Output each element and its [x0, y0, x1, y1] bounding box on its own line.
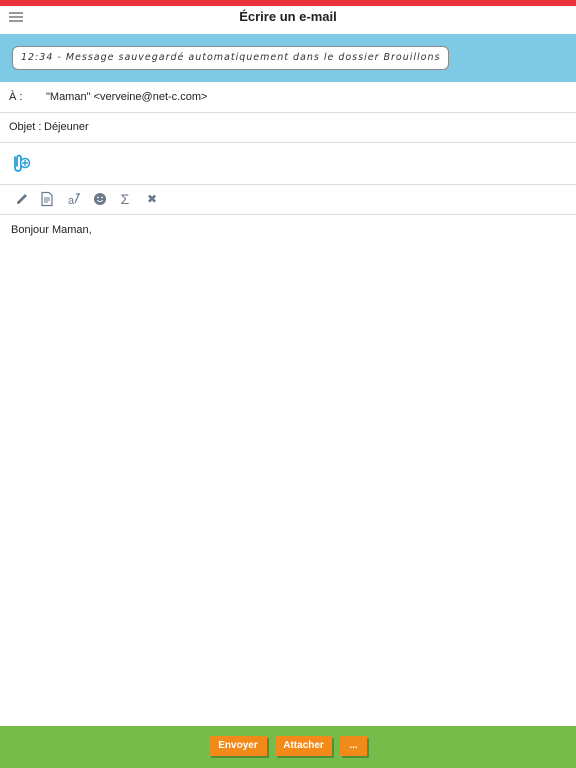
to-label: À :: [9, 91, 23, 103]
subject-label: Objet :: [9, 121, 42, 133]
send-button[interactable]: Envoyer: [209, 736, 267, 756]
message-body[interactable]: Bonjour Maman,: [11, 224, 561, 714]
action-bar: Envoyer Attacher ...: [0, 726, 576, 768]
attach-button[interactable]: Attacher: [275, 736, 332, 756]
sigma-icon[interactable]: Σ: [117, 191, 133, 207]
to-row: À : "Maman" <verveine@net-c.com>: [0, 82, 576, 113]
attachment-row: [0, 143, 576, 185]
autosave-banner: 12:34 - Message sauvegardé automatiqueme…: [0, 34, 576, 82]
app-header: Écrire un e-mail: [0, 6, 576, 34]
autosave-message: 12:34 - Message sauvegardé automatiqueme…: [12, 46, 450, 70]
menu-icon[interactable]: [9, 12, 23, 24]
smiley-icon[interactable]: [92, 191, 108, 207]
document-icon[interactable]: [39, 191, 55, 207]
paperclip-add-icon[interactable]: [9, 152, 31, 174]
pencil-icon[interactable]: [14, 191, 30, 207]
close-icon[interactable]: ✖: [144, 191, 160, 207]
page-title: Écrire un e-mail: [239, 9, 337, 24]
text-format-icon[interactable]: a: [66, 191, 82, 207]
to-field[interactable]: "Maman" <verveine@net-c.com>: [46, 82, 207, 112]
subject-row: Objet : Déjeuner: [0, 113, 576, 143]
subject-field[interactable]: Déjeuner: [44, 113, 89, 142]
svg-text:a: a: [68, 195, 75, 207]
formatting-toolbar: a Σ ✖: [0, 185, 576, 215]
more-options-button[interactable]: ...: [340, 736, 367, 756]
